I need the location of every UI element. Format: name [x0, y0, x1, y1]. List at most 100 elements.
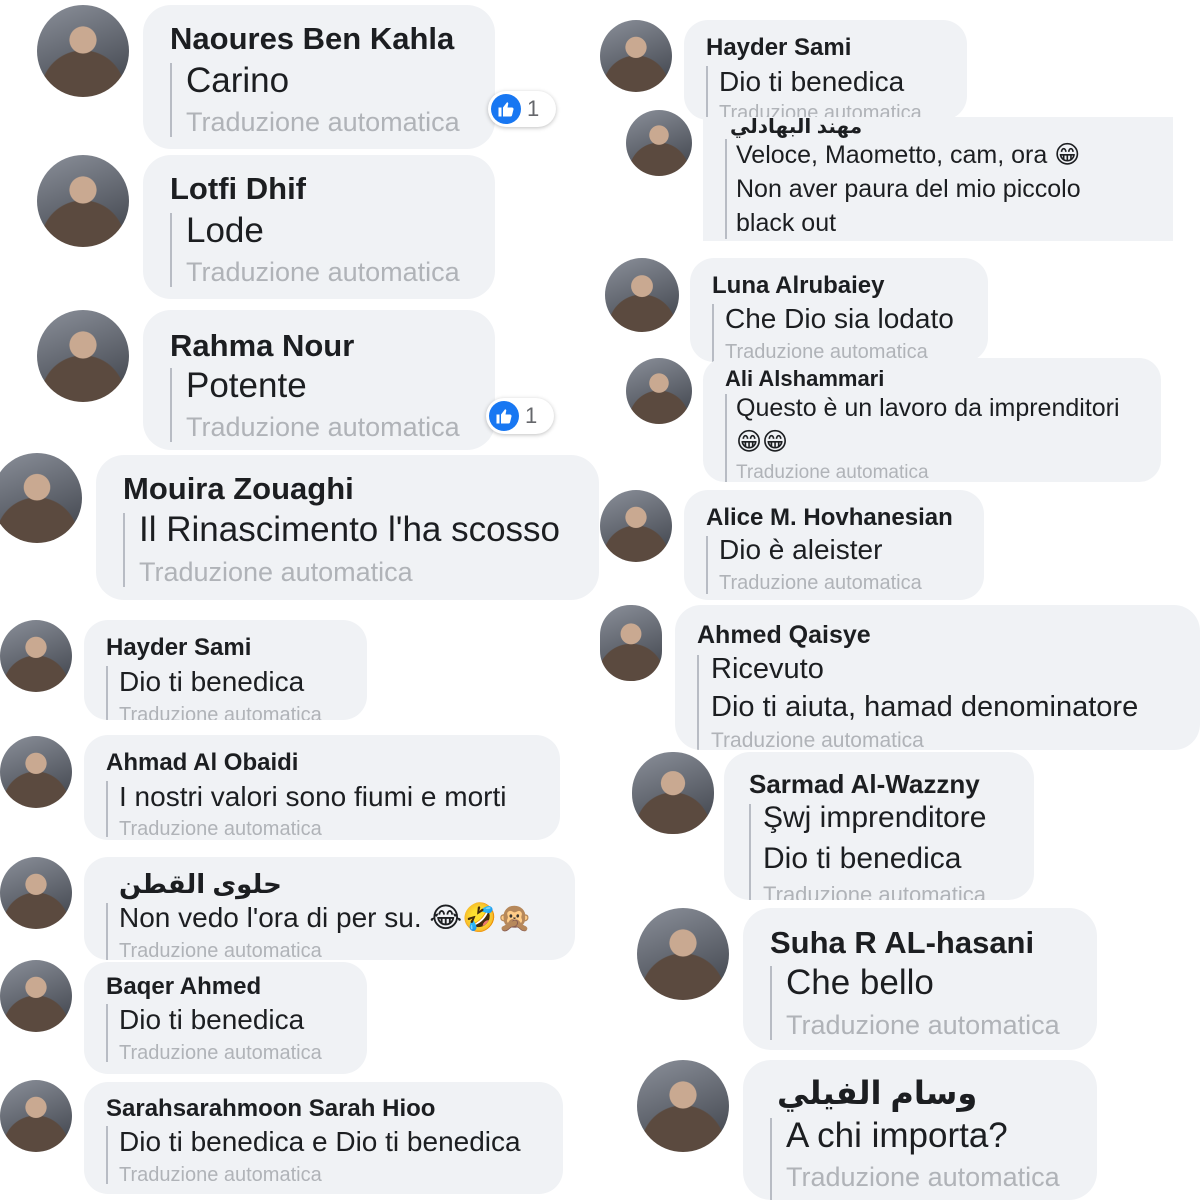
commenter-name[interactable]: Sarmad Al-Wazzny [749, 769, 980, 800]
auto-translation-label[interactable]: Traduzione automatica [119, 1042, 322, 1065]
auto-translation-label[interactable]: Traduzione automatica [786, 1010, 1060, 1041]
quote-bar [106, 1126, 108, 1184]
auto-translation-label[interactable]: Traduzione automatica [186, 107, 460, 138]
avatar[interactable] [605, 258, 679, 332]
comment-text: Carino [186, 61, 290, 100]
like-count: 1 [525, 403, 538, 428]
commenter-name[interactable]: Rahma Nour [170, 328, 354, 364]
auto-translation-label[interactable]: Traduzione automatica [186, 257, 460, 288]
avatar[interactable] [600, 605, 662, 681]
avatar[interactable] [626, 110, 692, 176]
auto-translation-label[interactable]: Traduzione automatica [139, 557, 413, 588]
commenter-name[interactable]: Ahmed Qaisye [697, 621, 871, 650]
auto-translation-label[interactable]: Traduzione automatica [119, 818, 322, 840]
reaction-badge[interactable]: 1 [486, 398, 554, 434]
avatar[interactable] [0, 1080, 72, 1152]
avatar[interactable] [637, 1060, 729, 1152]
quote-bar [697, 655, 699, 750]
commenter-name[interactable]: Naoures Ben Kahla [170, 21, 454, 57]
comment-text: Şwj imprenditore [763, 801, 987, 834]
reaction-badge[interactable]: 1 [488, 91, 556, 127]
comment-text: Dio ti benedica [763, 842, 962, 875]
quote-bar [170, 213, 172, 287]
commenter-name[interactable]: Sarahsarahmoon Sarah Hioo [106, 1095, 435, 1123]
comment-text: Ricevuto [711, 653, 824, 685]
comment-bubble: Mouira Zouaghi Il Rinascimento l'ha scos… [96, 455, 599, 600]
auto-translation-label[interactable]: Traduzione automatica [719, 572, 922, 595]
commenter-name[interactable]: Ali Alshammari [725, 366, 884, 392]
comment-bubble: Luna Alrubaiey Che Dio sia lodato Traduz… [690, 258, 988, 362]
thumbs-up-icon [489, 401, 519, 431]
comment-text: black out [736, 209, 837, 237]
commenter-name[interactable]: Hayder Sami [706, 34, 851, 62]
commenter-name[interactable]: Baqer Ahmed [106, 973, 261, 1001]
quote-bar [712, 304, 714, 362]
comment-bubble: Suha R AL-hasani Che bello Traduzione au… [743, 908, 1097, 1050]
auto-translation-label[interactable]: Traduzione automatica [763, 882, 986, 900]
comment-bubble: مهند البهادلي Veloce, Maometto, cam, ora… [703, 117, 1173, 241]
comment-text: Veloce, Maometto, cam, ora 😁 [736, 141, 1081, 169]
avatar[interactable] [600, 20, 672, 92]
comment-bubble: وسام الفيلي A chi importa? Traduzione au… [743, 1060, 1097, 1200]
comment-text: Il Rinascimento l'ha scosso [139, 510, 561, 549]
auto-translation-label[interactable]: Traduzione automatica [736, 462, 929, 482]
commenter-name[interactable]: وسام الفيلي [777, 1074, 977, 1112]
comment-bubble: Ahmad Al Obaidi I nostri valori sono fiu… [84, 735, 560, 840]
commenter-name[interactable]: Lotfi Dhif [170, 171, 306, 207]
comment-text: Dio ti benedica [119, 666, 305, 697]
comment-text: Non vedo l'ora di per su. 😂🤣🙊 [119, 902, 532, 933]
commenter-name[interactable]: Alice M. Hovhanesian [706, 504, 953, 532]
quote-bar [106, 1004, 108, 1062]
thumbs-up-icon [491, 94, 521, 124]
avatar[interactable] [632, 752, 714, 834]
quote-bar [706, 66, 708, 120]
quote-bar [749, 804, 751, 900]
quote-bar [170, 368, 172, 442]
comment-text: Dio ti benedica [119, 1004, 305, 1035]
avatar[interactable] [37, 155, 129, 247]
comment-text: 😁😁 [736, 428, 789, 456]
comment-text: Non aver paura del mio piccolo [736, 175, 1081, 203]
avatar[interactable] [37, 5, 129, 97]
auto-translation-label[interactable]: Traduzione automatica [119, 704, 322, 720]
commenter-name[interactable]: Mouira Zouaghi [123, 471, 354, 507]
comment-text: Dio ti benedica e Dio ti benedica [119, 1126, 521, 1157]
avatar[interactable] [0, 453, 82, 543]
comment-bubble: Ahmed Qaisye Ricevuto Dio ti aiuta, hama… [675, 605, 1200, 750]
auto-translation-label[interactable]: Traduzione automatica [119, 1164, 322, 1187]
commenter-name[interactable]: Suha R AL-hasani [770, 925, 1034, 961]
comment-bubble: حلوى القطن Non vedo l'ora di per su. 😂🤣🙊… [84, 857, 575, 960]
comment-text: Lode [186, 211, 264, 250]
commenter-name[interactable]: Ahmad Al Obaidi [106, 749, 298, 777]
avatar[interactable] [0, 857, 72, 929]
avatar[interactable] [0, 736, 72, 808]
commenter-name[interactable]: Luna Alrubaiey [712, 272, 884, 300]
avatar[interactable] [637, 908, 729, 1000]
quote-bar [770, 1118, 772, 1200]
commenter-name[interactable]: Hayder Sami [106, 634, 251, 662]
comment-text: Che bello [786, 963, 934, 1002]
quote-bar [170, 63, 172, 137]
quote-bar [725, 139, 727, 239]
avatar[interactable] [626, 358, 692, 424]
commenter-name[interactable]: مهند البهادلي [730, 117, 862, 139]
commenter-name[interactable]: حلوى القطن [119, 869, 282, 900]
auto-translation-label[interactable]: Traduzione automatica [186, 412, 460, 443]
auto-translation-label[interactable]: Traduzione automatica [119, 940, 322, 960]
avatar[interactable] [0, 620, 72, 692]
quote-bar [106, 903, 108, 960]
comment-text: Che Dio sia lodato [725, 303, 954, 334]
comment-bubble: Rahma Nour Potente Traduzione automatica [143, 310, 495, 450]
comment-text: A chi importa? [786, 1116, 1008, 1155]
comment-bubble: Baqer Ahmed Dio ti benedica Traduzione a… [84, 962, 367, 1074]
avatar[interactable] [37, 310, 129, 402]
auto-translation-label[interactable]: Traduzione automatica [786, 1162, 1060, 1193]
quote-bar [106, 666, 108, 720]
quote-bar [725, 394, 727, 482]
auto-translation-label[interactable]: Traduzione automatica [711, 729, 924, 750]
avatar[interactable] [600, 490, 672, 562]
comment-bubble: Hayder Sami Dio ti benedica Traduzione a… [84, 620, 367, 720]
comment-bubble: Ali Alshammari Questo è un lavoro da imp… [703, 358, 1161, 482]
comment-text: Questo è un lavoro da imprenditori [736, 394, 1120, 422]
avatar[interactable] [0, 960, 72, 1032]
